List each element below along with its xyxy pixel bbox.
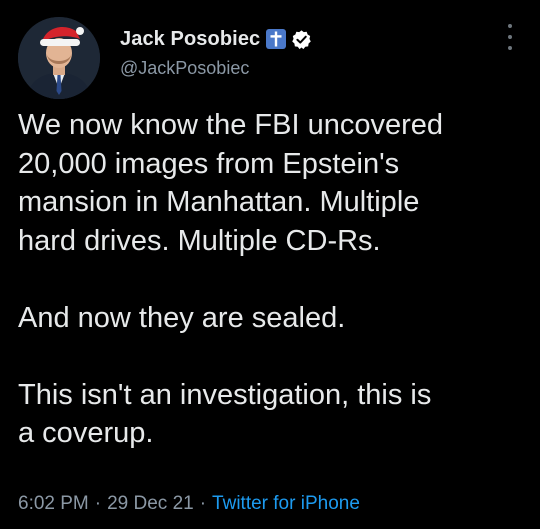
avatar-image [18,17,100,99]
tweet-paragraph: We now know the FBI uncovered 20,000 ima… [18,109,444,257]
tweet-paragraph: This isn't an investigation, this is a c… [18,378,432,450]
author-display-name[interactable]: Jack Posobiec [120,28,260,51]
meta-separator: · [199,493,207,514]
avatar[interactable] [18,17,100,99]
cross-badge-icon [266,29,287,49]
tweet-meta: 6:02 PM · 29 Dec 21 · Twitter for iPhone [18,493,360,515]
more-options-icon[interactable] [503,24,517,50]
tweet-paragraph: And now they are sealed. [18,301,346,334]
tweet-time[interactable]: 6:02 PM [18,493,89,514]
more-dot [508,35,512,39]
more-dot [508,24,512,28]
meta-separator: · [94,493,102,514]
tweet-text: We now know the FBI uncovered 20,000 ima… [18,106,523,453]
verified-icon [291,29,312,50]
tweet-source-link[interactable]: Twitter for iPhone [212,493,360,514]
author-name-row: Jack Posobiec [120,26,312,52]
tweet-date[interactable]: 29 Dec 21 [107,493,194,514]
author-handle[interactable]: @JackPosobiec [120,58,249,79]
more-dot [508,46,512,50]
